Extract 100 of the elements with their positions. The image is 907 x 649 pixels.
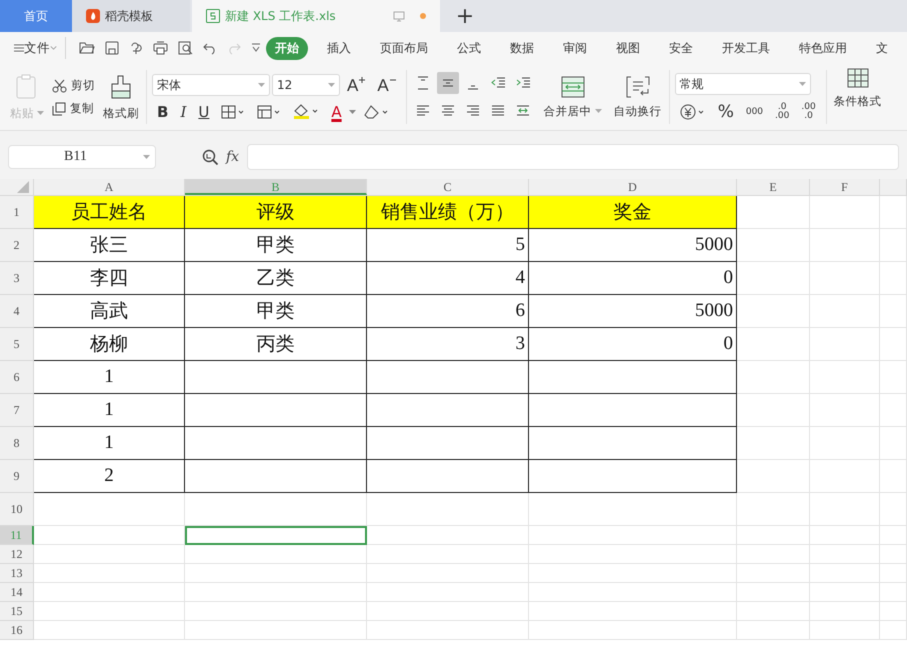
table-cell: 2 [34, 460, 185, 493]
ribbon-tab[interactable]: 审阅 [553, 36, 597, 60]
function-label[interactable]: fx [226, 149, 240, 165]
merge-cells-icon [560, 76, 585, 98]
table-cell: 甲类 [185, 295, 367, 328]
eraser-icon[interactable] [362, 104, 389, 120]
cut-button[interactable]: 剪切 [52, 78, 95, 93]
increase-font-button[interactable]: A [342, 76, 370, 94]
currency-icon[interactable] [680, 104, 706, 120]
increase-decimal-button[interactable]: .0 .00 [770, 103, 794, 121]
row-header[interactable]: 4 [0, 295, 34, 328]
row-header[interactable]: 7 [0, 394, 34, 427]
name-box[interactable]: B11 [8, 145, 156, 169]
decrease-font-button[interactable]: A [372, 76, 401, 94]
wrap-text-button[interactable]: 自动换行 [612, 72, 664, 122]
ribbon-tab[interactable]: 插入 [317, 36, 361, 60]
row-header[interactable]: 1 [0, 196, 34, 229]
row-header[interactable]: 12 [0, 545, 34, 564]
save-icon[interactable] [105, 41, 119, 55]
ribbon-tab[interactable]: 特色应用 [789, 36, 857, 60]
row-header[interactable]: 8 [0, 427, 34, 460]
font-size-field[interactable]: 12 [272, 74, 340, 96]
row-header[interactable]: 13 [0, 564, 34, 583]
document-tab[interactable]: 稻壳模板 [72, 0, 190, 32]
table-cell [880, 545, 907, 564]
menu-icon[interactable] [14, 43, 24, 53]
cell-style-icon[interactable] [257, 105, 282, 119]
percent-button[interactable]: % [712, 104, 739, 120]
table-cell [880, 328, 907, 361]
column-header[interactable]: F [810, 179, 880, 195]
caret-icon[interactable] [348, 110, 356, 114]
ribbon-tab[interactable]: 开发工具 [712, 36, 780, 60]
table-cell: 评级 [185, 196, 367, 229]
table-cell: 5000 [529, 295, 737, 328]
ribbon-tab[interactable]: 数据 [500, 36, 544, 60]
dropdown-icon[interactable] [251, 43, 261, 53]
flame-icon [86, 9, 100, 23]
chevron-icon[interactable] [50, 45, 58, 51]
column-header[interactable]: E [737, 179, 810, 195]
row-header[interactable]: 14 [0, 583, 34, 602]
table-cell: 0 [529, 262, 737, 295]
merge-center-button[interactable]: 合并居中 [542, 72, 604, 122]
table-cell: 1 [34, 361, 185, 394]
column-header[interactable]: D [529, 179, 737, 195]
number-format-field[interactable]: 常规 [674, 73, 811, 95]
table-cell [810, 583, 880, 602]
row-header[interactable]: 5 [0, 328, 34, 361]
row-header[interactable]: 2 [0, 229, 34, 262]
minus-icon [390, 76, 396, 82]
row-header[interactable]: 3 [0, 262, 34, 295]
row-header[interactable]: 16 [0, 621, 34, 640]
table-cell [880, 583, 907, 602]
print-icon[interactable] [153, 41, 168, 55]
caret-icon [143, 155, 150, 159]
row-header[interactable]: 6 [0, 361, 34, 394]
fill-color-icon[interactable] [293, 104, 320, 120]
align-button[interactable] [436, 72, 459, 94]
caret-icon [594, 109, 602, 113]
table-cell [880, 493, 907, 526]
row-header[interactable]: 9 [0, 460, 34, 493]
table-cell [880, 427, 907, 460]
file-menu[interactable]: 文件 [24, 40, 50, 56]
table-grid-icon [846, 68, 869, 88]
table-cell [880, 394, 907, 427]
italic-button[interactable]: I [175, 104, 192, 120]
wrap-text-icon [626, 76, 650, 98]
decrease-decimal-button[interactable]: .00 .0 [796, 103, 821, 121]
borders-icon[interactable] [221, 105, 246, 119]
undo-icon[interactable] [203, 41, 217, 55]
font-color-button[interactable]: A [326, 104, 347, 120]
brush-icon [110, 74, 132, 100]
bold-button[interactable]: B [152, 104, 174, 120]
table-cell [880, 526, 907, 545]
formula-input[interactable] [247, 144, 899, 170]
row-header[interactable]: 10 [0, 493, 34, 526]
export-icon[interactable] [129, 41, 143, 55]
column-header[interactable]: C [367, 179, 529, 195]
thousands-button[interactable]: 000 [740, 108, 768, 116]
conditional-format-button[interactable]: 条件格式 [832, 64, 884, 130]
ribbon-tab[interactable]: 文 [866, 36, 898, 60]
ribbon-tab[interactable]: 页面布局 [370, 36, 438, 60]
table-cell [810, 427, 880, 460]
ribbon-tab[interactable]: 公式 [447, 36, 491, 60]
ribbon-tab[interactable]: 安全 [659, 36, 703, 60]
table-cell: 乙类 [185, 262, 367, 295]
folder-icon[interactable] [79, 41, 95, 55]
scissors-icon [52, 78, 67, 92]
table-cell [880, 564, 907, 583]
ribbon-tab[interactable]: 开始 [266, 36, 308, 60]
print-preview-icon[interactable] [178, 41, 193, 55]
row-header[interactable]: 15 [0, 602, 34, 621]
document-tab[interactable]: 首页 [0, 0, 72, 32]
copy-button[interactable]: 复制 [52, 101, 95, 116]
font-name-field[interactable]: 宋体 [152, 74, 270, 96]
ribbon-tab[interactable]: 视图 [606, 36, 650, 60]
new-tab-button[interactable]: + [442, 0, 488, 32]
underline-button[interactable]: U [193, 104, 214, 120]
format-painter-button[interactable]: 格式刷 [101, 70, 141, 124]
zoom-icon[interactable] [202, 148, 219, 166]
table-cell: 奖金 [529, 196, 737, 229]
